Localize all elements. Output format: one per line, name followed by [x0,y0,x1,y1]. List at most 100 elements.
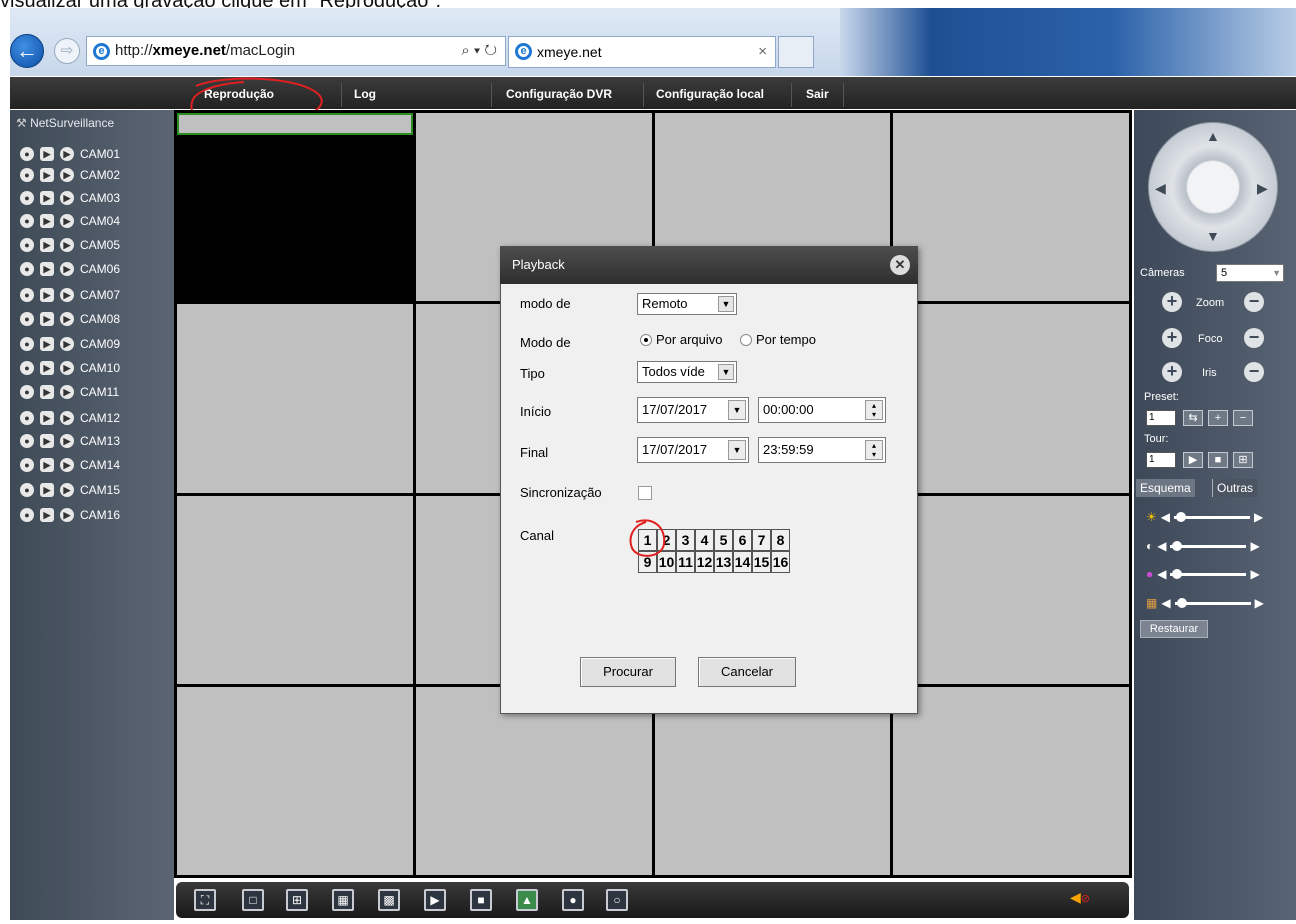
play-circle-icon[interactable]: ▶ [60,147,74,161]
camera-row[interactable]: ● ▶ ▶ CAM08 [20,310,120,328]
chevron-down-icon[interactable]: ▼ [728,440,746,460]
record-icon[interactable]: ● [20,434,34,448]
camera-row[interactable]: ● ▶ ▶ CAM14 [20,456,120,474]
play-square-icon[interactable]: ▶ [40,312,54,326]
play-circle-icon[interactable]: ▶ [60,168,74,182]
play-circle-icon[interactable]: ▶ [60,361,74,375]
open-all-icon[interactable]: ▶ [424,889,446,911]
iris-open-icon[interactable]: + [1162,362,1182,382]
channel-button[interactable]: 4 [695,529,714,551]
saturation-slider[interactable]: ● ◀ ▶ [1146,566,1260,582]
focus-out-icon[interactable]: − [1244,328,1264,348]
spinner-icon[interactable]: ▴ ▾ [865,400,883,420]
slider-track[interactable] [1174,511,1250,522]
stop-record-icon[interactable]: ○ [606,889,628,911]
browser-tab[interactable]: e xmeye.net × [508,36,776,68]
preset-remove-icon[interactable]: − [1233,410,1253,426]
menu-log[interactable]: Log [344,83,492,107]
camera-row[interactable]: ● ▶ ▶ CAM16 [20,506,120,524]
slider-knob[interactable] [1172,568,1183,579]
camera-row[interactable]: ● ▶ ▶ CAM13 [20,432,120,450]
channel-button[interactable]: 5 [714,529,733,551]
slider-track[interactable] [1170,568,1247,579]
slider-track[interactable] [1174,597,1251,608]
search-button[interactable]: Procurar [580,657,676,687]
play-circle-icon[interactable]: ▶ [60,337,74,351]
play-circle-icon[interactable]: ▶ [60,214,74,228]
back-arrow-icon[interactable]: ← [10,34,44,68]
camera-row[interactable]: ● ▶ ▶ CAM01 [20,145,120,163]
play-square-icon[interactable]: ▶ [40,168,54,182]
channel-button[interactable]: 16 [771,551,790,573]
channel-button[interactable]: 12 [695,551,714,573]
slider-left-icon[interactable]: ◀ [1161,510,1170,524]
record-icon[interactable]: ● [20,458,34,472]
camera-row[interactable]: ● ▶ ▶ CAM06 [20,260,120,278]
cancel-button[interactable]: Cancelar [698,657,796,687]
video-cell[interactable] [893,686,1129,875]
close-icon[interactable]: ✕ [890,255,910,275]
play-square-icon[interactable]: ▶ [40,337,54,351]
slider-track[interactable] [1170,540,1247,551]
slider-left-icon[interactable]: ◀ [1157,539,1166,553]
slider-knob[interactable] [1176,511,1186,522]
slider-right-icon[interactable]: ▶ [1254,510,1263,524]
end-time-input[interactable]: 23:59:59 ▴ ▾ [758,437,886,463]
tab-esquema[interactable]: Esquema [1136,479,1195,497]
camera-row[interactable]: ● ▶ ▶ CAM15 [20,481,120,499]
type-select[interactable]: Todos víde ▼ [637,361,737,383]
zoom-out-icon[interactable]: − [1244,292,1264,312]
record-icon[interactable]: ● [20,411,34,425]
address-tools-icon[interactable]: ⌕ ▾ ↻ [461,37,497,65]
channel-button[interactable]: 14 [733,551,752,573]
channel-button[interactable]: 13 [714,551,733,573]
play-square-icon[interactable]: ▶ [40,147,54,161]
slider-left-icon[interactable]: ◀ [1157,567,1166,581]
spinner-icon[interactable]: ▴ ▾ [865,440,883,460]
play-square-icon[interactable]: ▶ [40,411,54,425]
record-icon[interactable]: ● [20,191,34,205]
play-square-icon[interactable]: ▶ [40,262,54,276]
play-circle-icon[interactable]: ▶ [60,385,74,399]
camera-row[interactable]: ● ▶ ▶ CAM11 [20,383,119,401]
play-circle-icon[interactable]: ▶ [60,238,74,252]
record-icon[interactable]: ● [20,508,34,522]
camera-row[interactable]: ● ▶ ▶ CAM12 [20,409,120,427]
record-icon[interactable]: ● [20,312,34,326]
play-square-icon[interactable]: ▶ [40,214,54,228]
record-icon[interactable]: ● [20,147,34,161]
camera-row[interactable]: ● ▶ ▶ CAM09 [20,335,120,353]
layout-9-icon[interactable]: ▦ [332,889,354,911]
camera-row[interactable]: ● ▶ ▶ CAM07 [20,286,120,304]
start-time-input[interactable]: 00:00:00 ▴ ▾ [758,397,886,423]
brightness-slider[interactable]: ☀ ◀ ▶ [1146,509,1263,525]
play-circle-icon[interactable]: ▶ [60,191,74,205]
tour-play-icon[interactable]: ▶ [1183,452,1203,468]
slider-knob[interactable] [1176,597,1187,608]
play-circle-icon[interactable]: ▶ [60,411,74,425]
play-circle-icon[interactable]: ▶ [60,312,74,326]
play-circle-icon[interactable]: ▶ [60,262,74,276]
restore-button[interactable]: Restaurar [1140,620,1208,638]
radio-dot[interactable] [640,333,652,346]
address-bar[interactable]: e http://xmeye.net/macLogin ⌕ ▾ ↻ [86,36,506,66]
iris-close-icon[interactable]: − [1244,362,1264,382]
play-circle-icon[interactable]: ▶ [60,458,74,472]
ptz-right-icon[interactable]: ▶ [1257,180,1268,197]
slider-knob[interactable] [1172,540,1183,551]
tour-stop-icon[interactable]: ■ [1208,452,1228,468]
ptz-up-icon[interactable]: ▲ [1206,128,1220,144]
slider-right-icon[interactable]: ▶ [1255,596,1264,610]
channel-button[interactable]: 7 [752,529,771,551]
layout-4-icon[interactable]: ⊞ [286,889,308,911]
play-circle-icon[interactable]: ▶ [60,434,74,448]
slider-right-icon[interactable]: ▶ [1250,567,1259,581]
play-square-icon[interactable]: ▶ [40,238,54,252]
channel-button[interactable]: 8 [771,529,790,551]
contrast-slider[interactable]: ◐ ◀ ▶ [1146,538,1260,554]
camera-row[interactable]: ● ▶ ▶ CAM10 [20,359,120,377]
layout-16-icon[interactable]: ▩ [378,889,400,911]
chevron-down-icon[interactable]: ▼ [728,400,746,420]
video-cell[interactable] [177,113,413,135]
record-icon[interactable]: ● [20,483,34,497]
